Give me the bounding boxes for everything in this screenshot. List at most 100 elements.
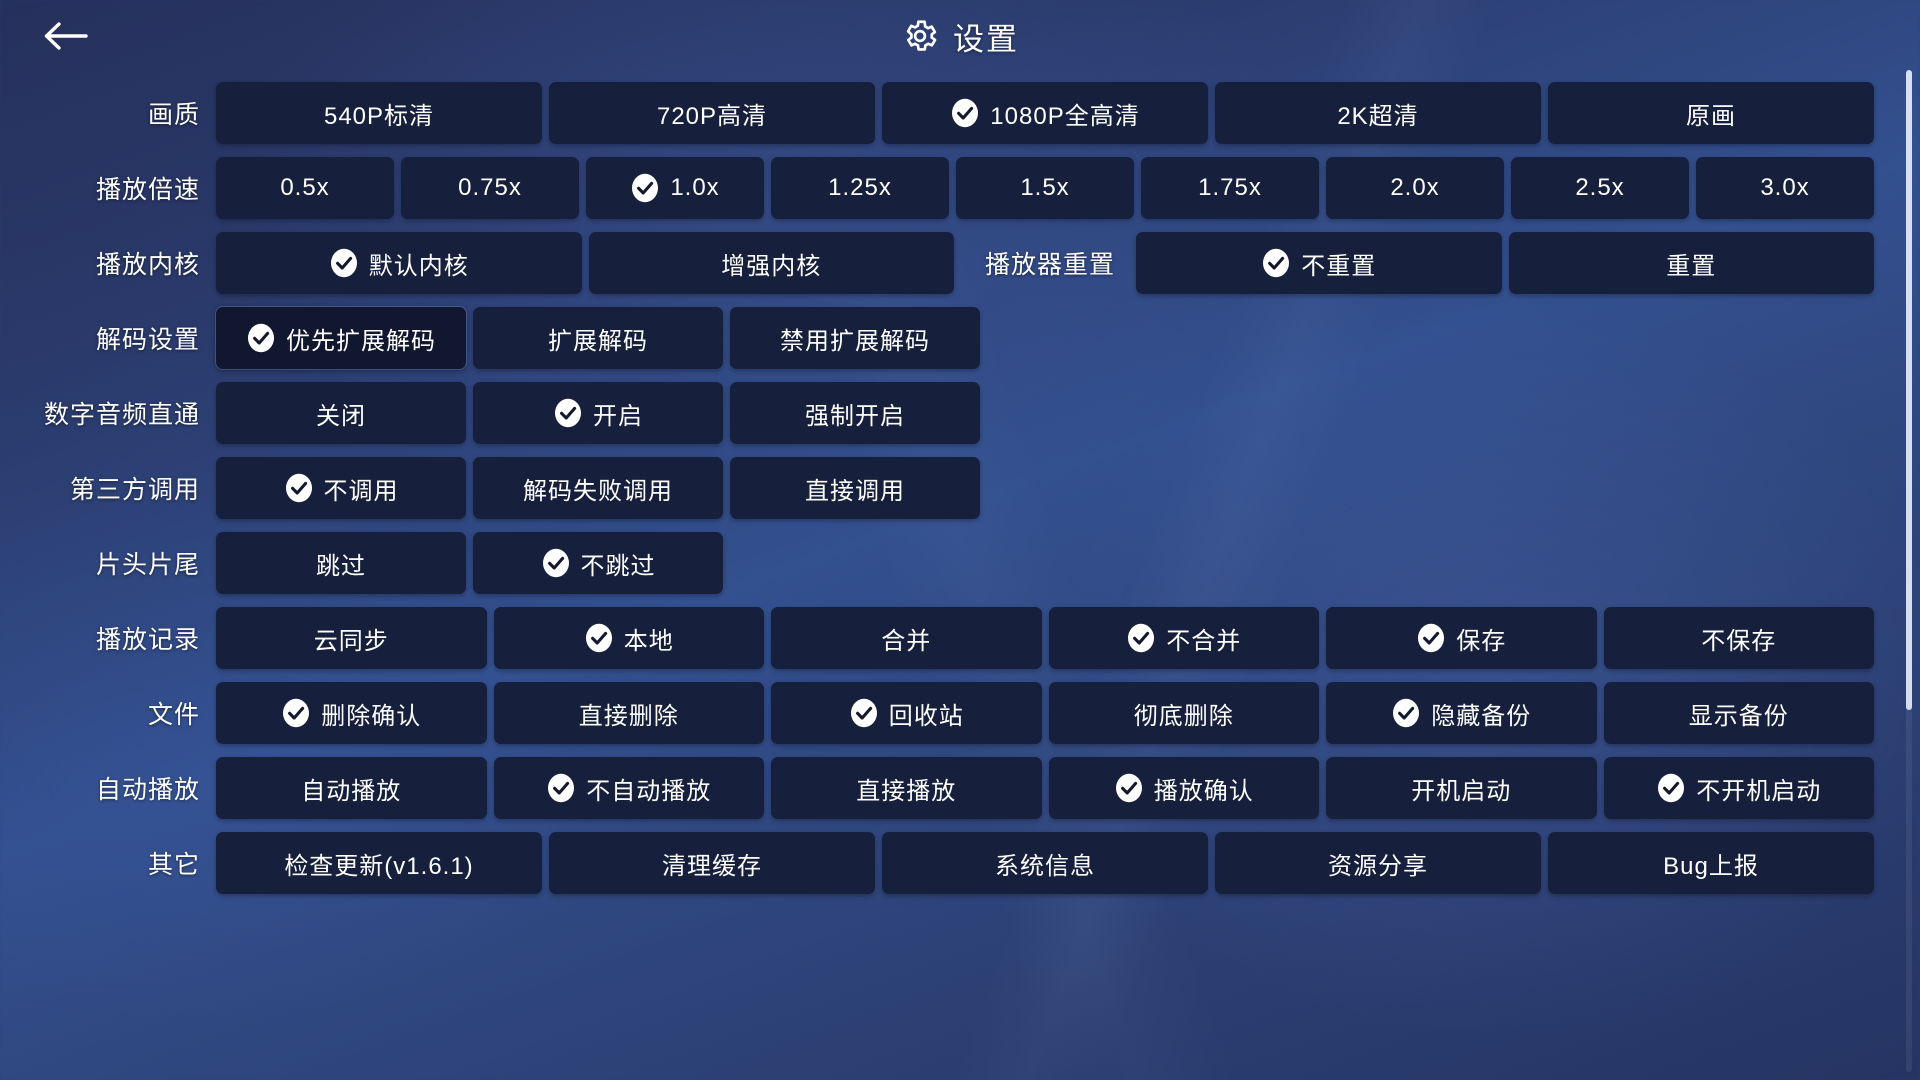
option-bug[interactable]: Bug上报 [1548,832,1874,894]
setting-row-label: 播放记录 [95,626,200,654]
option-item[interactable]: 云同步 [216,607,487,669]
option-label: 540P标清 [323,102,435,130]
option-item[interactable]: 不开机启动 [1603,757,1874,819]
option-label: 增强内核 [721,252,822,280]
option-1080p[interactable]: 1080P全高清 [882,82,1208,144]
check-circle-icon [1391,698,1421,728]
option-1-75x[interactable]: 1.75x [1141,157,1319,219]
option-item[interactable]: 播放确认 [1048,757,1319,819]
setting-row-item: 数字音频直通 关闭 开启 强制开启 [0,382,1874,444]
option-item[interactable]: 开机启动 [1326,757,1597,819]
setting-row-item: 文件 删除确认 直接删除 回收站 彻底删除 隐藏备份 显示备份 [0,682,1874,744]
option-v1-6-1[interactable]: 检查更新(v1.6.1) [216,832,542,894]
option-item[interactable]: 开启 [473,382,723,444]
option-540p[interactable]: 540P标清 [216,82,542,144]
option-label: 不重置 [1301,252,1377,280]
option-item[interactable]: 默认内核 [216,232,582,294]
setting-row-item: 其它 检查更新(v1.6.1) 清理缓存 系统信息 资源分享 Bug上报 [0,832,1874,894]
option-item[interactable]: 隐藏备份 [1326,682,1597,744]
option-item[interactable]: 强制开启 [730,382,980,444]
vertical-scrollbar[interactable] [1906,70,1912,1072]
setting-row-options: 540P标清 720P高清 1080P全高清 2K超清 原画 [216,82,1874,144]
option-label: 开启 [593,402,643,430]
option-item[interactable]: 直接删除 [493,682,764,744]
option-label: 本地 [623,627,674,655]
check-circle-icon [1126,623,1156,653]
setting-row-label: 自动播放 [95,776,200,804]
option-item[interactable]: 不调用 [216,457,466,519]
option-1-5x[interactable]: 1.5x [956,157,1134,219]
option-label: 720P高清 [656,102,768,130]
option-label: 禁用扩展解码 [780,327,930,355]
setting-row-label: 第三方调用 [69,476,200,504]
option-2-5x[interactable]: 2.5x [1511,157,1689,219]
setting-row-label: 画质 [147,101,200,129]
option-0-5x[interactable]: 0.5x [216,157,394,219]
settings-list: 画质 540P标清 720P高清 1080P全高清 2K超清 原画 播放倍速 0.5x 0.75… [0,72,1920,1080]
option-label: 资源分享 [1328,852,1428,880]
option-label: 直接调用 [805,477,905,505]
option-3-0x[interactable]: 3.0x [1696,157,1874,219]
setting-row-label: 解码设置 [95,326,200,354]
option-item[interactable]: 直接播放 [771,757,1042,819]
check-circle-icon [246,323,276,353]
header-bar: 设置 [0,0,1920,72]
option-720p[interactable]: 720P高清 [549,82,875,144]
setting-row-label: 播放内核 [95,251,200,279]
option-label: 解码失败调用 [523,477,673,505]
check-circle-icon [1114,773,1144,803]
option-item[interactable]: 优先扩展解码 [216,307,466,369]
option-item[interactable]: 扩展解码 [473,307,723,369]
option-item[interactable]: 合并 [771,607,1042,669]
option-label: 3.0x [1760,174,1810,201]
setting-row-item: 播放倍速 0.5x 0.75x 1.0x 1.25x 1.5x 1.75x 2.0x 2.5x 3… [0,157,1874,219]
option-label: 合并 [881,627,932,655]
check-circle-icon [329,248,359,278]
option-item[interactable]: 清理缓存 [549,832,875,894]
option-2k[interactable]: 2K超清 [1215,82,1541,144]
option-item[interactable]: 不保存 [1603,607,1874,669]
option-item[interactable]: 不自动播放 [493,757,764,819]
option-item[interactable]: 删除确认 [216,682,487,744]
option-label: 2.5x [1575,174,1625,201]
check-circle-icon [281,698,311,728]
option-item[interactable]: 本地 [493,607,764,669]
option-label: 重置 [1666,252,1717,280]
scrollbar-thumb[interactable] [1906,70,1912,710]
option-item[interactable]: 重置 [1508,232,1875,294]
back-button[interactable] [34,10,96,62]
option-item[interactable]: 不重置 [1136,232,1502,294]
option-item[interactable]: 显示备份 [1603,682,1874,744]
check-circle-icon [584,623,614,653]
option-item[interactable]: 直接调用 [730,457,980,519]
option-item[interactable]: 解码失败调用 [473,457,723,519]
option-2-0x[interactable]: 2.0x [1326,157,1504,219]
option-item[interactable]: 彻底删除 [1048,682,1319,744]
option-0-75x[interactable]: 0.75x [401,157,579,219]
option-item[interactable]: 资源分享 [1215,832,1541,894]
option-label: 回收站 [888,702,964,730]
option-1-0x[interactable]: 1.0x [586,157,764,219]
setting-row-options: 关闭 开启 强制开启 [216,382,1874,444]
option-item[interactable]: 回收站 [771,682,1042,744]
option-item[interactable]: 自动播放 [216,757,487,819]
arrow-left-icon [42,19,88,53]
option-item[interactable]: 不跳过 [473,532,723,594]
check-circle-icon [1416,623,1446,653]
option-item[interactable]: 禁用扩展解码 [730,307,980,369]
option-item[interactable]: 增强内核 [588,232,954,294]
setting-row-item: 自动播放 自动播放 不自动播放 直接播放 播放确认 开机启动 不开机启动 [0,757,1874,819]
setting-row-options: 跳过 不跳过 [216,532,1874,594]
option-item[interactable]: 跳过 [216,532,466,594]
option-item[interactable]: 不合并 [1048,607,1319,669]
option-item[interactable]: 保存 [1326,607,1597,669]
option-label: 系统信息 [995,852,1095,880]
option-item[interactable]: 系统信息 [882,832,1208,894]
option-1-25x[interactable]: 1.25x [771,157,949,219]
setting-row-item: 第三方调用 不调用 解码失败调用 直接调用 [0,457,1874,519]
option-item[interactable]: 关闭 [216,382,466,444]
page-title-group: 设置 [0,0,1920,72]
option-item[interactable]: 原画 [1548,82,1874,144]
option-label: 关闭 [316,402,366,430]
setting-inline-label: 播放器重置 [985,251,1116,279]
